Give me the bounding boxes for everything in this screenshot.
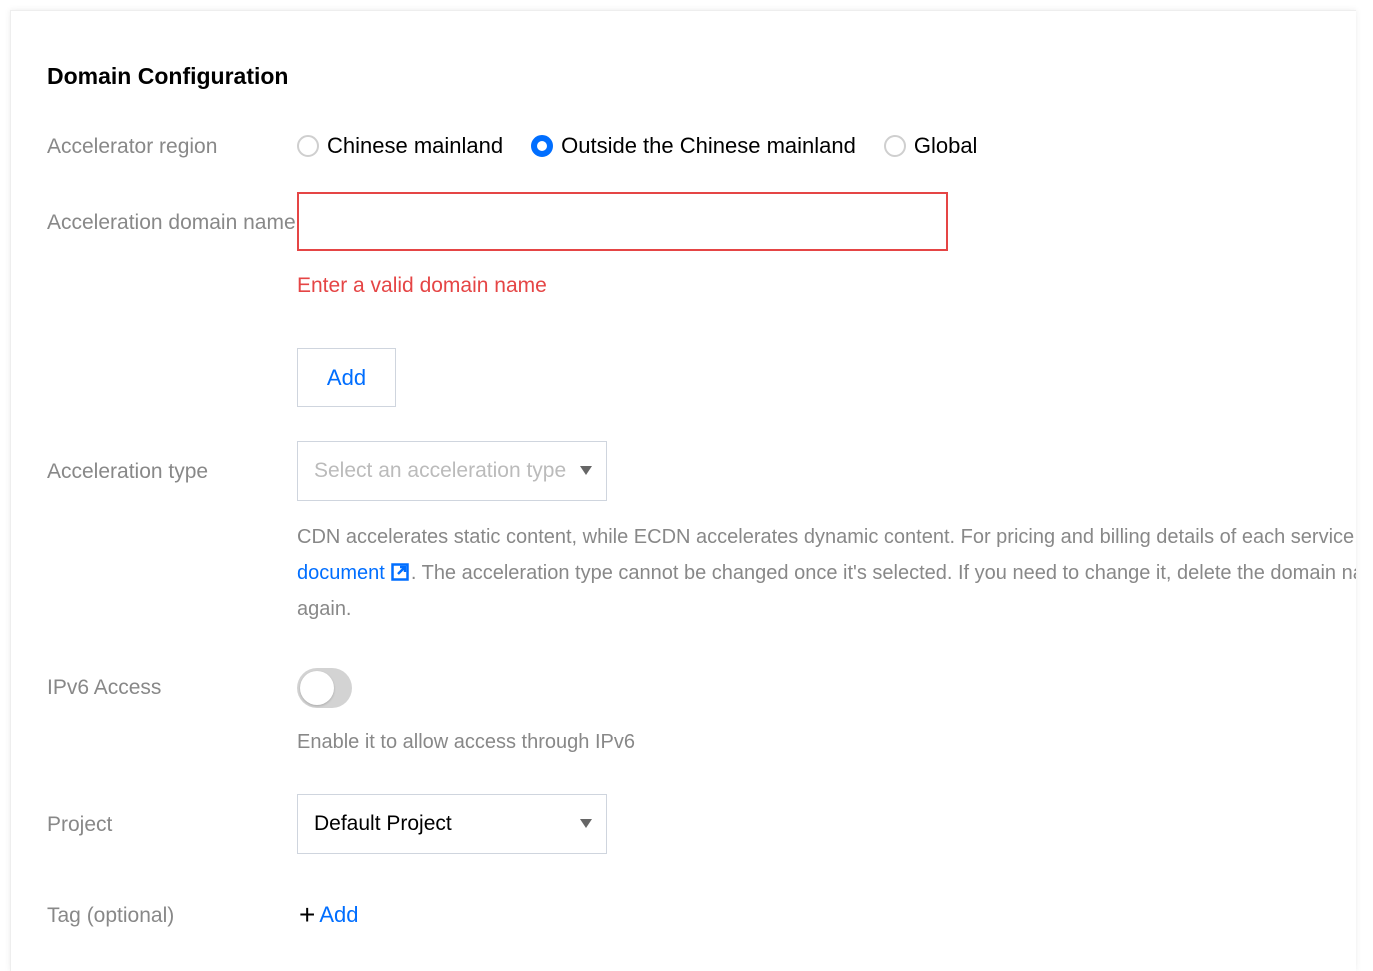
caret-down-icon: [580, 819, 592, 828]
description-line-1: CDN accelerates static content, while EC…: [297, 519, 1356, 555]
project-select[interactable]: Default Project: [297, 794, 607, 854]
acceleration-type-label: Acceleration type: [47, 460, 209, 483]
radio-label: Outside the Chinese mainland: [561, 133, 856, 158]
toggle-knob: [300, 671, 334, 705]
add-tag-label: Add: [319, 902, 359, 927]
radio-label: Chinese mainland: [327, 133, 504, 158]
caret-down-icon: [580, 466, 592, 475]
description-text: . The acceleration type cannot be change…: [410, 562, 1356, 584]
project-label: Project: [47, 813, 113, 836]
radio-chinese-mainland[interactable]: Chinese mainland: [297, 133, 503, 159]
pricing-document-link[interactable]: document: [297, 562, 385, 584]
description-line-2: document . The acceleration type cannot b…: [297, 555, 1356, 591]
acceleration-type-select[interactable]: Select an acceleration type: [297, 441, 607, 501]
description-line-3: again.: [297, 598, 352, 620]
domain-error-message: Enter a valid domain name: [297, 274, 547, 297]
ipv6-hint: Enable it to allow access through IPv6: [297, 731, 635, 753]
acceleration-type-description: CDN accelerates static content, while EC…: [297, 519, 1356, 627]
project-selected-value: Default Project: [314, 812, 452, 835]
radio-circle: [883, 135, 906, 157]
domain-name-input[interactable]: [297, 192, 948, 251]
radio-global[interactable]: Global: [883, 133, 978, 159]
ipv6-access-label: IPv6 Access: [47, 676, 162, 699]
radio-outside-chinese-mainland[interactable]: Outside the Chinese mainland: [531, 133, 856, 159]
add-domain-button[interactable]: Add: [297, 348, 396, 407]
ipv6-toggle-switch[interactable]: [297, 668, 352, 708]
radio-circle-checked: [531, 135, 554, 157]
plus-icon: +: [299, 899, 316, 930]
add-tag-button[interactable]: + Add: [299, 901, 359, 929]
domain-config-panel: Domain Configuration Accelerator region …: [10, 10, 1356, 971]
tag-label: Tag (optional): [47, 904, 175, 927]
acceleration-type-placeholder: Select an acceleration type: [314, 459, 567, 482]
acceleration-domain-label: Acceleration domain name: [47, 211, 296, 234]
external-link-icon[interactable]: [391, 563, 409, 581]
description-text: CDN accelerates static content, while EC…: [297, 526, 1356, 548]
radio-circle: [297, 135, 319, 157]
accelerator-region-label: Accelerator region: [47, 135, 218, 158]
section-title: Domain Configuration: [47, 63, 289, 89]
radio-label: Global: [913, 133, 978, 158]
accelerator-region-radio-group: Chinese mainland Outside the Chinese mai…: [297, 129, 1005, 163]
